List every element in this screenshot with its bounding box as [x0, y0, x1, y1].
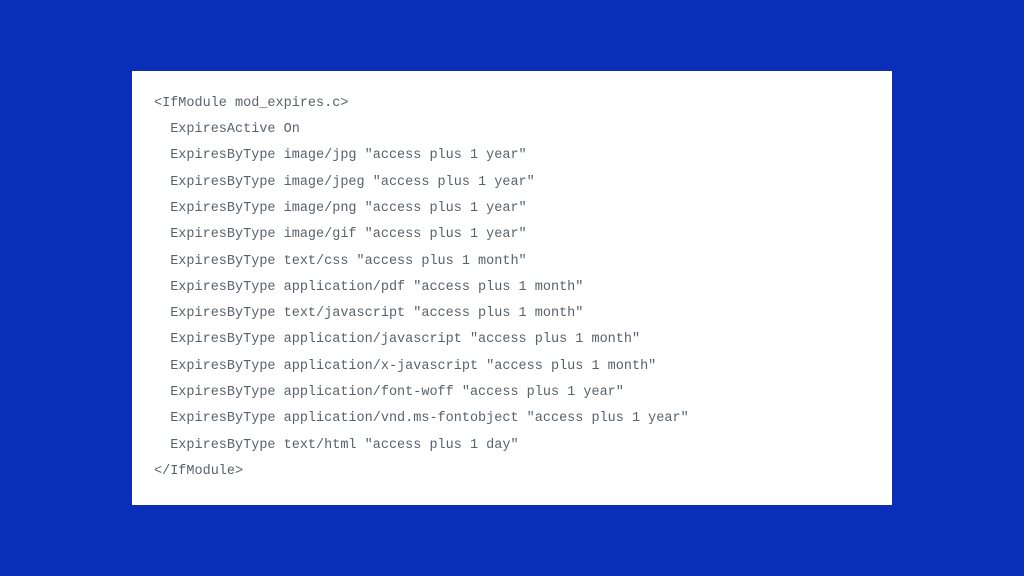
code-block: <IfModule mod_expires.c> ExpiresActive O…: [132, 71, 892, 506]
code-content: <IfModule mod_expires.c> ExpiresActive O…: [154, 96, 689, 479]
